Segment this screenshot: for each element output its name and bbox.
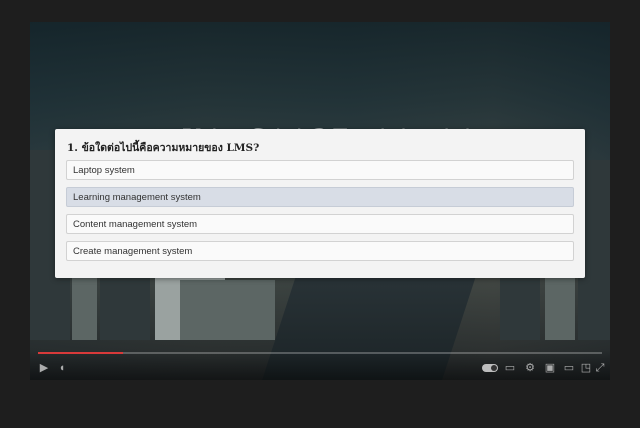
- play-icon[interactable]: ▶: [38, 362, 50, 374]
- volume-icon[interactable]: ◖: [56, 362, 68, 374]
- theater-icon[interactable]: ▭: [563, 362, 575, 374]
- background-building: [180, 280, 275, 340]
- miniplayer-icon[interactable]: ▣: [544, 362, 556, 374]
- progress-bar[interactable]: [38, 352, 602, 354]
- fullscreen-icon[interactable]: ⤢: [594, 362, 606, 374]
- quiz-question: 1. ข้อใดต่อไปนี้คือความหมายของ LMS?: [67, 142, 260, 154]
- quiz-option[interactable]: Laptop system: [66, 160, 574, 180]
- quiz-option-selected[interactable]: Learning management system: [66, 187, 574, 207]
- cast-icon[interactable]: ◳: [580, 362, 592, 374]
- quiz-option[interactable]: Create management system: [66, 241, 574, 261]
- player-controls-bar: ▶ ◖ ▭ ⚙ ▣ ▭ ◳ ⤢: [30, 350, 610, 380]
- progress-bar-fill: [38, 352, 123, 354]
- quiz-option[interactable]: Content management system: [66, 214, 574, 234]
- subtitles-icon[interactable]: ▭: [504, 362, 516, 374]
- gear-icon[interactable]: ⚙: [524, 362, 536, 374]
- autoplay-toggle[interactable]: [482, 364, 498, 372]
- quiz-panel: 1. ข้อใดต่อไปนี้คือความหมายของ LMS? Lapt…: [55, 129, 585, 278]
